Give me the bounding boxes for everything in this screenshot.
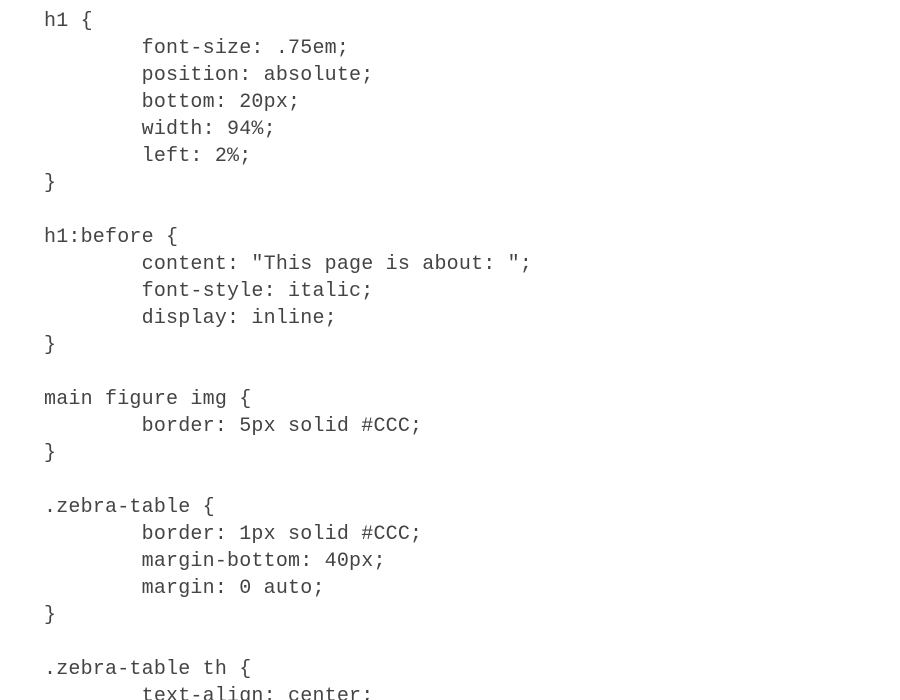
css-code-block: h1 { font-size: .75em; position: absolut… bbox=[0, 0, 900, 700]
